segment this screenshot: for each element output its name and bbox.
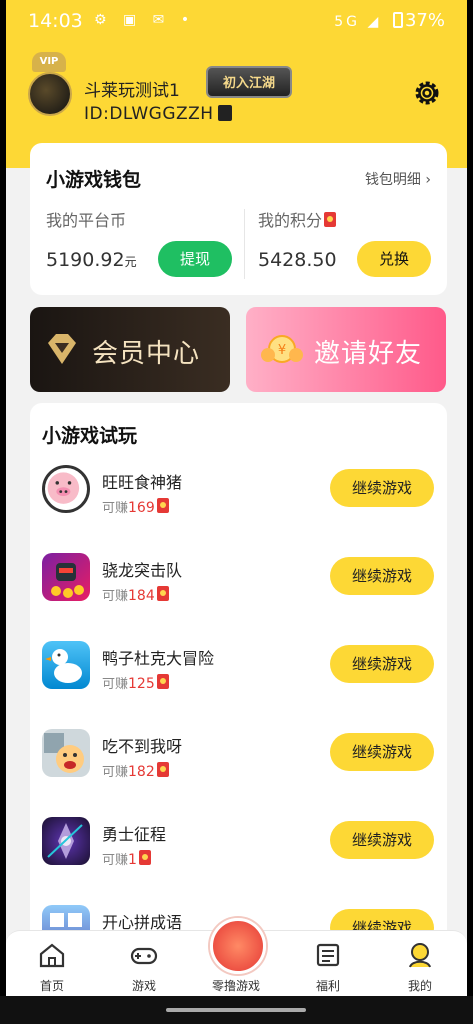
continue-game-button[interactable]: 继续游戏 <box>330 733 434 771</box>
earn-prefix: 可赚 <box>102 765 129 780</box>
game-row[interactable]: 吃不到我呀 可赚182 继续游戏 <box>30 729 447 817</box>
wallet-card: 小游戏钱包 钱包明细 › 我的平台币 我的积分 5190.92元 提现 5428… <box>30 143 447 295</box>
system-nav-bar <box>0 996 473 1024</box>
continue-game-button[interactable]: 继续游戏 <box>330 469 434 507</box>
status-right: 5G ◢ 37% <box>334 10 445 31</box>
earn-prefix: 可赚 <box>102 677 129 692</box>
continue-game-button[interactable]: 继续游戏 <box>330 645 434 683</box>
tab-welfare[interactable]: 福利 <box>282 931 374 997</box>
game-row[interactable]: 骁龙突击队 可赚184 继续游戏 <box>30 553 447 641</box>
game-name: 鸭子杜克大冒险 <box>102 649 215 668</box>
continue-game-button[interactable]: 继续游戏 <box>330 557 434 595</box>
tab-home[interactable]: 首页 <box>6 931 98 997</box>
wallet-divider <box>244 209 245 279</box>
earn-prefix: 可赚 <box>102 501 129 516</box>
invite-friends-banner[interactable]: ¥ 邀请好友 <box>246 307 446 392</box>
cartoon-game-icon <box>42 729 90 777</box>
coins-icon: ¥ <box>261 335 303 363</box>
red-packet-icon <box>156 586 169 601</box>
diamond-icon <box>48 334 76 364</box>
continue-game-button[interactable]: 继续游戏 <box>330 821 434 859</box>
gamepad-icon <box>130 947 158 965</box>
vip-badge: VIP <box>32 52 66 72</box>
red-packet-icon <box>156 498 169 513</box>
platform-coin-amount: 5190.92 <box>46 249 125 271</box>
tab-games-label: 游戏 <box>131 979 156 993</box>
mini-games-card: 小游戏试玩 旺旺食神猪 可赚169 继续游戏 骁龙突击队 可赚184 继续游戏 … <box>30 403 447 963</box>
user-id-text: ID:DLWGGZZH <box>84 104 214 124</box>
game-row[interactable]: 鸭子杜克大冒险 可赚125 继续游戏 <box>30 641 447 729</box>
red-packet-icon <box>156 762 169 777</box>
game-earn: 可赚1 <box>102 849 151 868</box>
duck-game-icon <box>42 641 90 689</box>
username: 斗莱玩测试1 <box>84 81 180 101</box>
game-name: 旺旺食神猪 <box>102 473 183 492</box>
wallet-detail-link[interactable]: 钱包明细 › <box>365 169 431 189</box>
platform-coin-label: 我的平台币 <box>46 211 127 230</box>
tab-mine[interactable]: 我的 <box>374 931 466 997</box>
network-type: 5G <box>334 14 361 30</box>
red-packet-icon <box>156 674 169 689</box>
game-row[interactable]: 旺旺食神猪 可赚169 继续游戏 <box>30 465 447 553</box>
squad-game-icon <box>42 553 90 601</box>
red-packet-center-button[interactable] <box>210 918 266 974</box>
rank-badge: 初入江湖 <box>206 66 292 98</box>
vip-center-label: 会员中心 <box>92 339 201 369</box>
invite-friends-label: 邀请好友 <box>314 339 423 369</box>
notification-icons: ⚙ ▣ ✉ • <box>94 12 196 28</box>
user-id: ID:DLWGGZZH <box>84 104 232 124</box>
mini-games-title: 小游戏试玩 <box>42 425 138 447</box>
pig-game-icon <box>42 465 90 513</box>
home-gesture-pill[interactable] <box>166 1008 306 1012</box>
tab-home-label: 首页 <box>39 979 64 993</box>
tab-games[interactable]: 游戏 <box>98 931 190 997</box>
game-name: 吃不到我呀 <box>102 737 183 756</box>
points-label: 我的积分 <box>258 207 337 231</box>
earn-amount: 169 <box>128 500 155 516</box>
exchange-button[interactable]: 兑换 <box>357 241 431 277</box>
vip-center-banner[interactable]: 会员中心 <box>30 307 230 392</box>
game-earn: 可赚182 <box>102 761 169 780</box>
warrior-game-icon <box>42 817 90 865</box>
earn-prefix: 可赚 <box>102 589 129 604</box>
wallet-title: 小游戏钱包 <box>46 169 142 191</box>
tab-mine-label: 我的 <box>407 979 432 993</box>
earn-amount: 1 <box>128 852 137 868</box>
red-packet-icon <box>324 212 337 227</box>
game-name: 勇士征程 <box>102 825 167 844</box>
gear-icon[interactable] <box>412 78 442 108</box>
earn-amount: 125 <box>128 676 155 692</box>
withdraw-button[interactable]: 提现 <box>158 241 232 277</box>
tab-zero-earn-label: 零撸游戏 <box>211 979 260 993</box>
game-earn: 可赚169 <box>102 497 169 516</box>
tab-welfare-label: 福利 <box>315 979 340 993</box>
game-row[interactable]: 勇士征程 可赚1 继续游戏 <box>30 817 447 905</box>
battery-icon <box>392 12 403 28</box>
avatar[interactable] <box>28 72 72 116</box>
earn-amount: 182 <box>128 764 155 780</box>
platform-coin-unit: 元 <box>124 255 137 269</box>
game-earn: 可赚184 <box>102 585 169 604</box>
copy-icon[interactable] <box>217 105 232 121</box>
earn-prefix: 可赚 <box>102 853 129 868</box>
home-icon <box>39 943 65 968</box>
app-screen: 14:03 ⚙ ▣ ✉ • 5G ◢ 37% VIP 斗莱玩测试1 初入江湖 I… <box>6 0 467 1024</box>
battery-level: 37% <box>404 10 445 31</box>
points-value: 5428.50 <box>258 249 337 271</box>
list-icon <box>316 943 340 967</box>
earn-amount: 184 <box>128 588 155 604</box>
platform-coin-value: 5190.92元 <box>46 249 137 271</box>
points-label-text: 我的积分 <box>258 211 323 230</box>
user-icon <box>409 943 431 968</box>
status-bar: 14:03 ⚙ ▣ ✉ • 5G ◢ 37% <box>6 0 467 44</box>
game-name: 骁龙突击队 <box>102 561 183 580</box>
game-earn: 可赚125 <box>102 673 169 692</box>
svg-text:¥: ¥ <box>278 343 286 358</box>
status-time: 14:03 <box>28 10 83 32</box>
signal-icon: 5G ◢ <box>334 14 382 30</box>
red-packet-icon <box>138 850 151 865</box>
